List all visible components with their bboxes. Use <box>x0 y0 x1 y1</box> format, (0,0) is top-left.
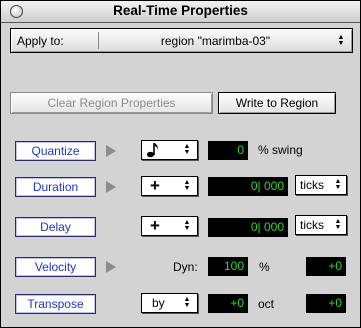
title-bar[interactable]: Real-Time Properties <box>1 1 360 23</box>
delay-units-popup[interactable]: ticks ▲ ▼ <box>295 215 347 235</box>
apply-to-value: region "marimba-03" <box>160 34 271 48</box>
transpose-button[interactable]: Transpose <box>15 294 96 314</box>
velocity-offset-field[interactable]: +0 <box>306 257 346 276</box>
dyn-label: Dyn: <box>173 260 198 274</box>
quantize-grid-popup[interactable]: ▲ ▼ <box>141 140 198 160</box>
duration-button[interactable]: Duration <box>15 177 96 197</box>
delay-operator-popup[interactable]: + ▲ ▼ <box>141 216 198 236</box>
dynamics-value-field[interactable]: 100 <box>208 257 248 276</box>
updown-arrows-icon: ▲ ▼ <box>183 296 191 309</box>
quantize-button[interactable]: Quantize <box>15 141 96 161</box>
delay-button[interactable]: Delay <box>15 217 96 237</box>
swing-value-field[interactable]: 0 <box>208 141 248 160</box>
swing-unit-label: % swing <box>258 143 303 157</box>
delay-value-field[interactable]: 0| 000 <box>208 218 288 237</box>
window-title: Real-Time Properties <box>113 3 248 18</box>
duration-value-field[interactable]: 0| 000 <box>208 177 288 196</box>
updown-arrows-icon: ▲ ▼ <box>183 143 191 156</box>
eighth-note-icon <box>146 143 158 158</box>
dynamics-unit-label: % <box>259 260 270 274</box>
duration-operator: + <box>150 176 160 195</box>
transpose-mode-popup[interactable]: by ▲ ▼ <box>141 293 198 313</box>
updown-arrows-icon: ▲ ▼ <box>183 219 191 232</box>
duration-expand-arrow-icon[interactable] <box>106 181 116 193</box>
updown-arrows-icon: ▲ ▼ <box>183 179 191 192</box>
velocity-button[interactable]: Velocity <box>15 257 96 277</box>
updown-arrows-icon: ▲ ▼ <box>334 218 342 231</box>
write-to-region-button[interactable]: Write to Region <box>218 92 336 114</box>
divider <box>98 32 99 49</box>
transpose-mode: by <box>152 296 165 310</box>
quantize-expand-arrow-icon[interactable] <box>106 145 116 157</box>
velocity-expand-arrow-icon[interactable] <box>106 261 116 273</box>
octave-unit-label: oct <box>258 297 275 311</box>
apply-to-label: Apply to: <box>17 34 64 48</box>
clear-region-properties-button[interactable]: Clear Region Properties <box>10 92 213 114</box>
transpose-value-field[interactable]: +0 <box>208 294 248 313</box>
transpose-offset-field[interactable]: +0 <box>306 294 346 313</box>
duration-units: ticks <box>300 178 324 192</box>
delay-operator: + <box>150 216 160 235</box>
apply-to-selector[interactable]: Apply to: region "marimba-03" ▲ ▼ <box>10 28 353 53</box>
duration-units-popup[interactable]: ticks ▲ ▼ <box>295 175 347 195</box>
updown-arrows-icon: ▲ ▼ <box>337 34 345 47</box>
real-time-properties-window: Real-Time Properties Apply to: region "m… <box>0 0 361 328</box>
duration-operator-popup[interactable]: + ▲ ▼ <box>141 176 198 196</box>
updown-arrows-icon: ▲ ▼ <box>334 178 342 191</box>
delay-units: ticks <box>300 218 324 232</box>
